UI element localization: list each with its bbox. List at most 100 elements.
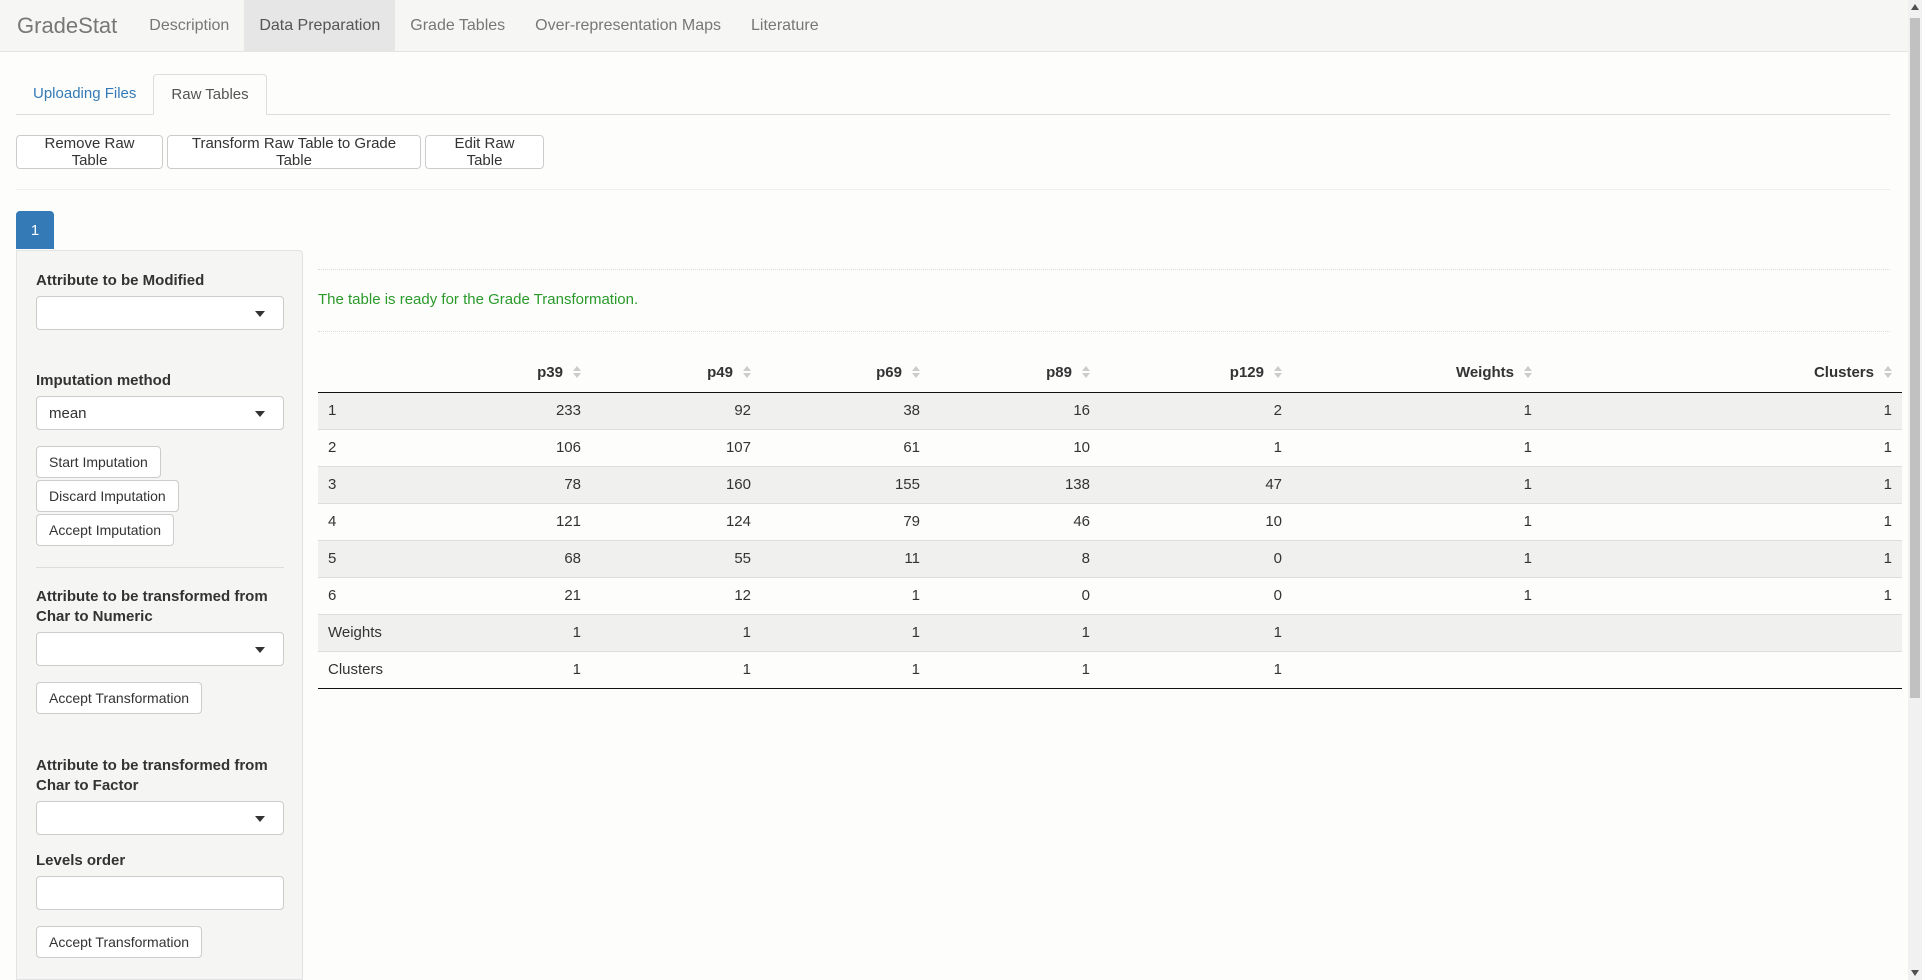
table-cell: 0 [1100, 539, 1292, 577]
vertical-scrollbar[interactable] [1908, 0, 1922, 980]
scrollbar-thumb[interactable] [1910, 18, 1920, 698]
row-name-cell: Weights [318, 613, 420, 651]
row-name-cell: 6 [318, 576, 420, 614]
table-row[interactable]: Weights 1 1 1 1 1 [318, 613, 1902, 651]
header-clusters[interactable]: Clusters [1542, 353, 1902, 393]
table-cell: 1 [1292, 428, 1542, 466]
header-label: p49 [707, 363, 733, 381]
table-header-row: p39 p49 p69 p89 p129 Weights Clusters [318, 353, 1902, 393]
header-rownames [318, 353, 420, 393]
tab-uploading-files[interactable]: Uploading Files [16, 73, 153, 114]
chevron-down-icon [255, 647, 265, 653]
table-cell: 68 [420, 539, 591, 577]
table-cell: 1 [591, 613, 761, 651]
table-cell: 1 [1542, 539, 1902, 577]
levels-order-label: Levels order [36, 852, 126, 869]
discard-imputation-button[interactable]: Discard Imputation [36, 480, 179, 512]
table-cell: 55 [591, 539, 761, 577]
tab-raw-tables[interactable]: Raw Tables [153, 74, 267, 115]
char-factor-label-line2: Char to Factor [36, 777, 139, 794]
table-cell: 2 [1100, 391, 1292, 429]
table-row[interactable]: 3 78 160 155 138 47 1 1 [318, 465, 1902, 503]
nav-grade-tables[interactable]: Grade Tables [395, 0, 520, 51]
header-p69[interactable]: p69 [761, 353, 930, 393]
accept-transformation-numeric-button[interactable]: Accept Transformation [36, 682, 203, 714]
char-factor-select[interactable] [36, 801, 284, 835]
table-cell: 1 [761, 613, 930, 651]
header-label: p69 [876, 363, 902, 381]
table-cell [1292, 650, 1542, 689]
table-cell: 1 [420, 613, 591, 651]
table-cell: 10 [1100, 502, 1292, 540]
table-cell: 107 [591, 428, 761, 466]
start-imputation-button[interactable]: Start Imputation [36, 446, 161, 478]
scroll-down-icon[interactable] [1911, 970, 1919, 976]
table-cell: 160 [591, 465, 761, 503]
table-row[interactable]: 4 121 124 79 46 10 1 1 [318, 502, 1902, 540]
chevron-down-icon [255, 311, 265, 317]
nav-over-representation-maps[interactable]: Over-representation Maps [520, 0, 736, 51]
divider [16, 189, 1890, 190]
header-weights[interactable]: Weights [1292, 353, 1542, 393]
levels-order-input[interactable] [36, 876, 284, 910]
accept-imputation-button[interactable]: Accept Imputation [36, 514, 175, 546]
table-row[interactable]: 5 68 55 11 8 0 1 1 [318, 539, 1902, 577]
row-name-cell: 1 [318, 391, 420, 429]
header-p49[interactable]: p49 [591, 353, 761, 393]
status-message: The table is ready for the Grade Transfo… [318, 291, 639, 308]
table-cell: 1 [1542, 428, 1902, 466]
table-cell: 1 [1100, 613, 1292, 651]
row-name-cell: 3 [318, 465, 420, 503]
header-label: p89 [1046, 363, 1072, 381]
table-cell: 38 [761, 391, 930, 429]
remove-raw-table-button[interactable]: Remove Raw Table [16, 135, 163, 169]
table-cell: 106 [420, 428, 591, 466]
table-cell: 1 [1292, 576, 1542, 614]
header-label: Clusters [1813, 363, 1874, 381]
table-tab-1[interactable]: 1 [16, 211, 54, 249]
table-cell [1542, 650, 1902, 689]
data-table: p39 p49 p69 p89 p129 Weights Clusters 12… [318, 353, 1902, 689]
header-label: p39 [537, 363, 563, 381]
table-cell: 1 [591, 650, 761, 689]
nav-data-preparation[interactable]: Data Preparation [244, 0, 396, 51]
accept-transformation-factor-button[interactable]: Accept Transformation [36, 926, 203, 958]
row-name-cell: Clusters [318, 650, 420, 689]
char-numeric-select[interactable] [36, 632, 284, 666]
char-numeric-label: Attribute to be transformed from Char to… [36, 587, 268, 627]
table-cell: 1 [1292, 465, 1542, 503]
table-row[interactable]: 2 106 107 61 10 1 1 1 [318, 428, 1902, 466]
transform-raw-table-button[interactable]: Transform Raw Table to Grade Table [167, 135, 421, 169]
table-cell: 79 [761, 502, 930, 540]
scroll-up-icon[interactable] [1911, 4, 1919, 10]
nav-description[interactable]: Description [134, 0, 244, 51]
table-cell: 78 [420, 465, 591, 503]
table-cell: 1 [1542, 465, 1902, 503]
chevron-down-icon [255, 816, 265, 822]
table-cell: 1 [1292, 502, 1542, 540]
nav-literature[interactable]: Literature [736, 0, 834, 51]
table-cell: 8 [930, 539, 1100, 577]
table-cell: 1 [1292, 391, 1542, 429]
table-cell: 1 [1292, 539, 1542, 577]
imputation-method-select[interactable]: mean [36, 396, 284, 430]
table-row[interactable]: 6 21 12 1 0 0 1 1 [318, 576, 1902, 614]
table-cell: 138 [930, 465, 1100, 503]
char-numeric-label-line2: Char to Numeric [36, 608, 153, 625]
table-cell: 1 [1100, 650, 1292, 689]
table-cell [1292, 613, 1542, 651]
header-p129[interactable]: p129 [1100, 353, 1292, 393]
imputation-method-label: Imputation method [36, 372, 171, 389]
header-p89[interactable]: p89 [930, 353, 1100, 393]
attr-modified-select[interactable] [36, 296, 284, 330]
row-name-cell: 2 [318, 428, 420, 466]
table-row[interactable]: 1 233 92 38 16 2 1 1 [318, 391, 1902, 429]
table-cell: 16 [930, 391, 1100, 429]
chevron-down-icon [255, 411, 265, 417]
table-row[interactable]: Clusters 1 1 1 1 1 [318, 650, 1902, 689]
imputation-method-value: mean [49, 404, 87, 422]
edit-raw-table-button[interactable]: Edit Raw Table [425, 135, 544, 169]
header-p39[interactable]: p39 [420, 353, 591, 393]
app-brand[interactable]: GradeStat [0, 0, 134, 51]
table-cell: 1 [1542, 391, 1902, 429]
